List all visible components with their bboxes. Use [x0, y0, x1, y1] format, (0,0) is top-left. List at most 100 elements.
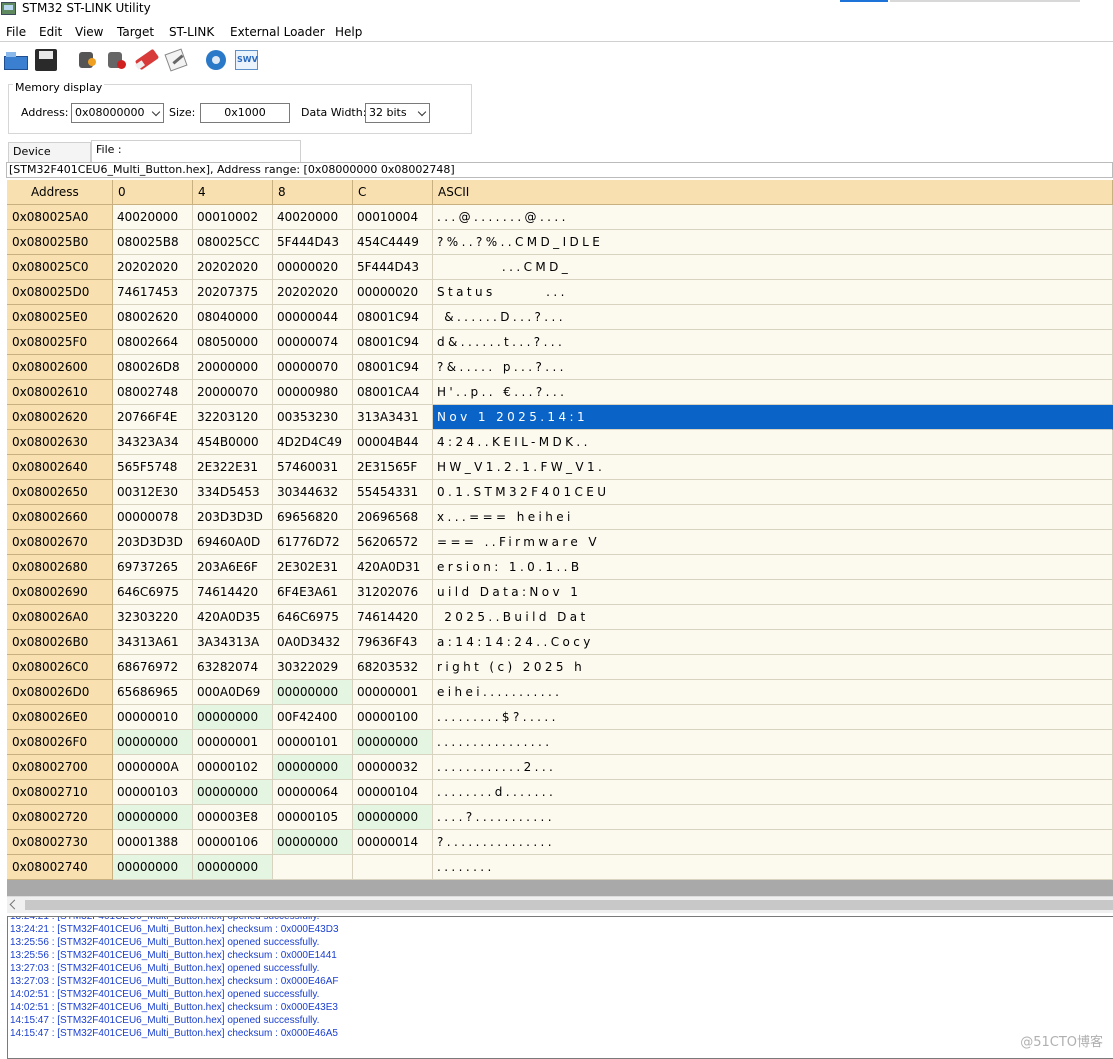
- memory-cell[interactable]: 20202020: [113, 255, 193, 280]
- memory-cell[interactable]: 00000074: [273, 330, 353, 355]
- table-row[interactable]: 0x080026D0 65686965 000A0D69 00000000 000000…: [7, 680, 1113, 705]
- memory-cell[interactable]: 646C6975: [273, 605, 353, 630]
- memory-cell[interactable]: 20766F4E: [113, 405, 193, 430]
- memory-cell[interactable]: 08001C94: [353, 305, 433, 330]
- memory-cell[interactable]: 40020000: [113, 205, 193, 230]
- memory-cell[interactable]: [353, 855, 433, 880]
- memory-cell[interactable]: 000A0D69: [193, 680, 273, 705]
- memory-cell[interactable]: 57460031: [273, 455, 353, 480]
- memory-cell[interactable]: 000003E8: [193, 805, 273, 830]
- memory-cell[interactable]: 2E302E31: [273, 555, 353, 580]
- ascii-cell[interactable]: x...=== heihei: [433, 505, 1113, 530]
- memory-cell[interactable]: 30322029: [273, 655, 353, 680]
- menu-target[interactable]: Target: [117, 24, 154, 40]
- memory-cell[interactable]: 69737265: [113, 555, 193, 580]
- memory-cell[interactable]: 0000000A: [113, 755, 193, 780]
- ascii-cell[interactable]: ............2...: [433, 755, 1113, 780]
- memory-cell[interactable]: 080025CC: [193, 230, 273, 255]
- memory-cell[interactable]: 56206572: [353, 530, 433, 555]
- memory-cell[interactable]: 454C4449: [353, 230, 433, 255]
- table-row[interactable]: 0x08002660 00000078 203D3D3D 69656820 206965…: [7, 505, 1113, 530]
- ascii-cell[interactable]: right (c) 2025 h: [433, 655, 1113, 680]
- memory-cell[interactable]: 00000078: [113, 505, 193, 530]
- table-row[interactable]: 0x080026F0 00000000 00000001 00000101 000000…: [7, 730, 1113, 755]
- memory-cell[interactable]: 00000020: [353, 280, 433, 305]
- memory-cell[interactable]: 00000100: [353, 705, 433, 730]
- memory-cell[interactable]: 00000000: [193, 855, 273, 880]
- memory-cell[interactable]: 20000070: [193, 380, 273, 405]
- column-header-4[interactable]: 4: [193, 180, 273, 205]
- memory-cell[interactable]: 4D2D4C49: [273, 430, 353, 455]
- table-row[interactable]: 0x080026E0 00000010 00000000 00F42400 000001…: [7, 705, 1113, 730]
- address-combo[interactable]: 0x08000000: [71, 103, 164, 123]
- ascii-cell[interactable]: d&......t...?...: [433, 330, 1113, 355]
- memory-cell[interactable]: 69656820: [273, 505, 353, 530]
- memory-cell[interactable]: 00000000: [273, 680, 353, 705]
- memory-cell[interactable]: 20202020: [273, 280, 353, 305]
- memory-cell[interactable]: 00000106: [193, 830, 273, 855]
- memory-cell[interactable]: 30344632: [273, 480, 353, 505]
- table-row[interactable]: 0x08002670 203D3D3D 69460A0D 61776D72 562065…: [7, 530, 1113, 555]
- memory-cell[interactable]: 00000000: [273, 755, 353, 780]
- ascii-cell[interactable]: ........d.......: [433, 780, 1113, 805]
- memory-cell[interactable]: 0A0D3432: [273, 630, 353, 655]
- memory-cell[interactable]: 74614420: [353, 605, 433, 630]
- memory-cell[interactable]: 68203532: [353, 655, 433, 680]
- ascii-cell[interactable]: === ..Firmware V: [433, 530, 1113, 555]
- memory-cell[interactable]: 00010002: [193, 205, 273, 230]
- memory-cell[interactable]: 00000014: [353, 830, 433, 855]
- memory-cell[interactable]: 00000001: [193, 730, 273, 755]
- memory-cell[interactable]: 74617453: [113, 280, 193, 305]
- memory-cell[interactable]: 69460A0D: [193, 530, 273, 555]
- memory-cell[interactable]: 08002748: [113, 380, 193, 405]
- memory-cell[interactable]: 00000000: [273, 830, 353, 855]
- table-row[interactable]: 0x08002730 00001388 00000106 00000000 000000…: [7, 830, 1113, 855]
- memory-cell[interactable]: 646C6975: [113, 580, 193, 605]
- chevron-left-icon[interactable]: [9, 899, 20, 910]
- column-header-8[interactable]: 8: [273, 180, 353, 205]
- menu-help[interactable]: Help: [335, 24, 362, 40]
- memory-cell[interactable]: 00000103: [113, 780, 193, 805]
- memory-cell[interactable]: 00000101: [273, 730, 353, 755]
- column-header-0[interactable]: 0: [113, 180, 193, 205]
- memory-cell[interactable]: 00000000: [353, 805, 433, 830]
- ascii-cell[interactable]: ................: [433, 730, 1113, 755]
- memory-cell[interactable]: 74614420: [193, 580, 273, 605]
- memory-cell[interactable]: 203D3D3D: [113, 530, 193, 555]
- memory-cell[interactable]: 00004B44: [353, 430, 433, 455]
- memory-cell[interactable]: 2E322E31: [193, 455, 273, 480]
- memory-cell[interactable]: 08002620: [113, 305, 193, 330]
- ascii-cell[interactable]: ?%..?%..CMD_IDLE: [433, 230, 1113, 255]
- memory-cell[interactable]: 3A34313A: [193, 630, 273, 655]
- swv-icon[interactable]: SWV: [234, 48, 258, 72]
- memory-cell[interactable]: 08001CA4: [353, 380, 433, 405]
- memory-cell[interactable]: 6F4E3A61: [273, 580, 353, 605]
- ascii-cell[interactable]: ........: [433, 855, 1113, 880]
- memory-cell[interactable]: 20696568: [353, 505, 433, 530]
- table-row[interactable]: 0x08002720 00000000 000003E8 00000105 000000…: [7, 805, 1113, 830]
- ascii-cell[interactable]: &......D...?...: [433, 305, 1113, 330]
- scrollbar-thumb[interactable]: [25, 900, 1113, 910]
- ascii-cell[interactable]: H'..p.. €...?...: [433, 380, 1113, 405]
- table-row[interactable]: 0x080025E0 08002620 08040000 00000044 08001C…: [7, 305, 1113, 330]
- column-header-address[interactable]: Address: [7, 180, 113, 205]
- memory-cell[interactable]: 61776D72: [273, 530, 353, 555]
- table-row[interactable]: 0x08002700 0000000A 00000102 00000000 000000…: [7, 755, 1113, 780]
- table-row[interactable]: 0x08002690 646C6975 74614420 6F4E3A61 312020…: [7, 580, 1113, 605]
- memory-cell[interactable]: 00000001: [353, 680, 433, 705]
- menu-edit[interactable]: Edit: [39, 24, 62, 40]
- ascii-cell[interactable]: eihei...........: [433, 680, 1113, 705]
- menu-view[interactable]: View: [75, 24, 103, 40]
- memory-cell[interactable]: 00000980: [273, 380, 353, 405]
- table-row[interactable]: 0x08002640 565F5748 2E322E31 57460031 2E3156…: [7, 455, 1113, 480]
- table-row[interactable]: 0x08002620 20766F4E 32203120 00353230 313A34…: [7, 405, 1113, 430]
- table-row[interactable]: 0x08002630 34323A34 454B0000 4D2D4C49 00004B…: [7, 430, 1113, 455]
- table-row[interactable]: 0x080025B0 080025B8 080025CC 5F444D43 454C44…: [7, 230, 1113, 255]
- menu-st-link[interactable]: ST-LINK: [169, 24, 214, 40]
- memory-cell[interactable]: 420A0D31: [353, 555, 433, 580]
- ascii-cell[interactable]: ....?...........: [433, 805, 1113, 830]
- table-row[interactable]: 0x080025F0 08002664 08050000 00000074 08001C…: [7, 330, 1113, 355]
- table-row[interactable]: 0x080026A0 32303220 420A0D35 646C6975 746144…: [7, 605, 1113, 630]
- ascii-cell[interactable]: ...CMD_: [433, 255, 1113, 280]
- table-row[interactable]: 0x08002680 69737265 203A6E6F 2E302E31 420A0D…: [7, 555, 1113, 580]
